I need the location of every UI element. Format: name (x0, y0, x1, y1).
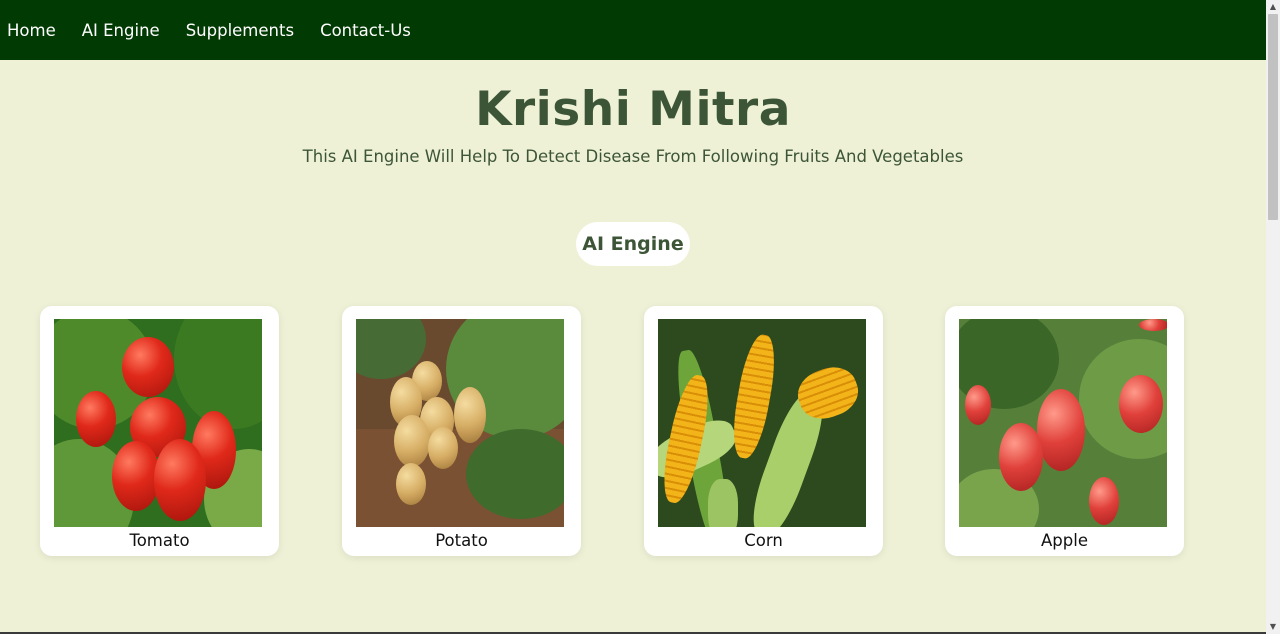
card-potato[interactable]: Potato (342, 306, 581, 556)
page-title: Krishi Mitra (475, 82, 791, 137)
nav-ai-engine-link[interactable]: AI Engine (82, 21, 160, 40)
top-navbar: Home AI Engine Supplements Contact-Us (0, 0, 1266, 60)
apple-image (959, 319, 1167, 527)
scroll-down-arrow-icon[interactable]: ▼ (1266, 620, 1280, 634)
section-heading-ai-engine: AI Engine (576, 222, 690, 266)
card-corn[interactable]: Corn (644, 306, 883, 556)
nav-contact-us-link[interactable]: Contact-Us (320, 21, 411, 40)
vertical-scrollbar[interactable]: ▲ ▼ (1266, 0, 1280, 634)
card-label-potato: Potato (435, 531, 488, 550)
card-label-corn: Corn (744, 531, 783, 550)
nav-supplements-link[interactable]: Supplements (186, 21, 294, 40)
scroll-up-arrow-icon[interactable]: ▲ (1266, 0, 1280, 14)
nav-home-link[interactable]: Home (7, 21, 56, 40)
card-tomato[interactable]: Tomato (40, 306, 279, 556)
card-label-tomato: Tomato (129, 531, 190, 550)
tomato-image (54, 319, 262, 527)
corn-image (658, 319, 866, 527)
card-apple[interactable]: Apple (945, 306, 1184, 556)
potato-image (356, 319, 564, 527)
page: Home AI Engine Supplements Contact-Us Kr… (0, 0, 1266, 634)
page-subtitle: This AI Engine Will Help To Detect Disea… (302, 147, 964, 166)
card-label-apple: Apple (1041, 531, 1088, 550)
scrollbar-thumb[interactable] (1268, 14, 1278, 220)
